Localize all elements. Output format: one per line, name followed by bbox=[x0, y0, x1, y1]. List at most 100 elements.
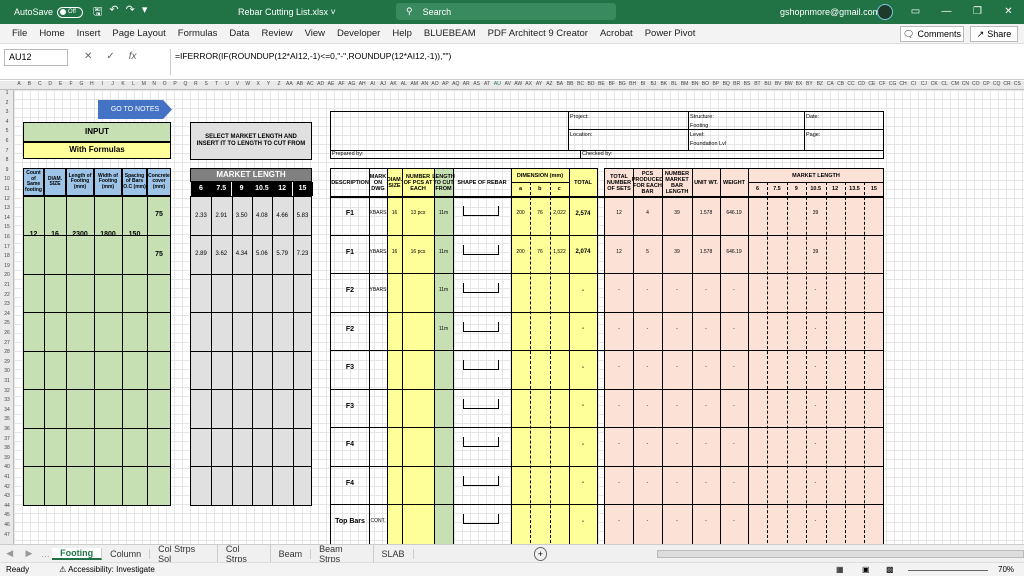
column-header-ab[interactable]: AB bbox=[295, 81, 305, 87]
column-header-e[interactable]: E bbox=[56, 81, 66, 87]
row-header-34[interactable]: 34 bbox=[0, 407, 13, 413]
column-header-bw[interactable]: BW bbox=[784, 81, 794, 87]
row-a[interactable] bbox=[511, 516, 530, 528]
column-header-bd[interactable]: BD bbox=[586, 81, 596, 87]
row-diam[interactable] bbox=[387, 401, 402, 413]
column-header-ag[interactable]: AG bbox=[347, 81, 357, 87]
column-header-x[interactable]: X bbox=[253, 81, 263, 87]
row-header-1[interactable]: 1 bbox=[0, 90, 13, 96]
comments-button[interactable]: 🗨 Comments bbox=[900, 26, 964, 42]
column-header-l[interactable]: L bbox=[128, 81, 138, 87]
row-pcs[interactable]: - bbox=[633, 516, 662, 528]
row-uw[interactable]: - bbox=[692, 439, 720, 451]
row-header-6[interactable]: 6 bbox=[0, 138, 13, 144]
menu-insert[interactable]: Insert bbox=[71, 28, 107, 39]
row-header-24[interactable]: 24 bbox=[0, 311, 13, 317]
autosave-toggle[interactable]: Off bbox=[57, 6, 84, 18]
row-wt[interactable]: - bbox=[720, 401, 748, 413]
row-len[interactable] bbox=[434, 401, 453, 413]
column-header-b[interactable]: B bbox=[24, 81, 34, 87]
row-header-32[interactable]: 32 bbox=[0, 388, 13, 394]
row-sets[interactable]: - bbox=[605, 516, 633, 528]
row-header-4[interactable]: 4 bbox=[0, 119, 13, 125]
column-header-cn[interactable]: CN bbox=[960, 81, 970, 87]
row-mark[interactable] bbox=[369, 439, 387, 451]
column-header-bq[interactable]: BQ bbox=[721, 81, 731, 87]
column-header-g[interactable]: G bbox=[76, 81, 86, 87]
horizontal-scrollbar[interactable] bbox=[657, 549, 1024, 558]
column-header-bz[interactable]: BZ bbox=[815, 81, 825, 87]
column-header-aa[interactable]: AA bbox=[284, 81, 294, 87]
row-num[interactable] bbox=[402, 324, 434, 336]
menu-formulas[interactable]: Formulas bbox=[172, 28, 224, 39]
row-wt[interactable]: - bbox=[720, 285, 748, 297]
row-m105[interactable]: - bbox=[806, 401, 825, 413]
column-header-aq[interactable]: AQ bbox=[451, 81, 461, 87]
row-pcs[interactable]: - bbox=[633, 478, 662, 490]
row-desc[interactable]: F3 bbox=[331, 362, 369, 374]
row-len[interactable]: 11m bbox=[434, 324, 453, 336]
row-mark[interactable]: YBARS bbox=[369, 285, 387, 297]
sheet-tab-beam[interactable]: Beam bbox=[271, 548, 312, 559]
row-total[interactable]: - bbox=[569, 478, 597, 490]
row-sets[interactable]: - bbox=[605, 439, 633, 451]
column-header-ap[interactable]: AP bbox=[440, 81, 450, 87]
column-header-cq[interactable]: CQ bbox=[992, 81, 1002, 87]
column-header-h[interactable]: H bbox=[87, 81, 97, 87]
row-wt[interactable]: - bbox=[720, 362, 748, 374]
row-len[interactable]: 11m bbox=[434, 285, 453, 297]
column-header-aw[interactable]: AW bbox=[513, 81, 523, 87]
row-sets[interactable]: - bbox=[605, 401, 633, 413]
column-header-ac[interactable]: AC bbox=[305, 81, 315, 87]
row-mark[interactable] bbox=[369, 478, 387, 490]
redo-icon[interactable]: ↷ bbox=[126, 3, 135, 22]
column-header-bk[interactable]: BK bbox=[659, 81, 669, 87]
row-a[interactable] bbox=[511, 324, 530, 336]
column-header-t[interactable]: T bbox=[212, 81, 222, 87]
row-sets[interactable]: - bbox=[605, 285, 633, 297]
row-total[interactable]: - bbox=[569, 285, 597, 297]
column-header-cr[interactable]: CR bbox=[1002, 81, 1012, 87]
column-header-q[interactable]: Q bbox=[180, 81, 190, 87]
column-header-cg[interactable]: CG bbox=[888, 81, 898, 87]
row-c[interactable] bbox=[550, 324, 569, 336]
column-header-br[interactable]: BR bbox=[732, 81, 742, 87]
row-header-11[interactable]: 11 bbox=[0, 186, 13, 192]
column-header-cl[interactable]: CL bbox=[940, 81, 950, 87]
column-header-ce[interactable]: CE bbox=[867, 81, 877, 87]
row-pcs[interactable]: - bbox=[633, 362, 662, 374]
column-header-f[interactable]: F bbox=[66, 81, 76, 87]
row-a[interactable] bbox=[511, 401, 530, 413]
column-header-bh[interactable]: BH bbox=[628, 81, 638, 87]
column-header-ax[interactable]: AX bbox=[524, 81, 534, 87]
avatar[interactable] bbox=[877, 4, 893, 20]
row-header-33[interactable]: 33 bbox=[0, 397, 13, 403]
normal-view-icon[interactable]: ▦ bbox=[836, 565, 844, 574]
undo-icon[interactable]: ↶ bbox=[109, 3, 118, 22]
prev-sheet-icon[interactable]: ◀ bbox=[0, 548, 19, 559]
column-header-aj[interactable]: AJ bbox=[378, 81, 388, 87]
row-a[interactable] bbox=[511, 285, 530, 297]
row-len[interactable]: 11m bbox=[434, 208, 453, 220]
row-num[interactable] bbox=[402, 439, 434, 451]
row-num[interactable] bbox=[402, 401, 434, 413]
row-nml[interactable]: 39 bbox=[662, 247, 692, 259]
row-header-12[interactable]: 12 bbox=[0, 196, 13, 202]
row-nml[interactable]: - bbox=[662, 285, 692, 297]
customize-qat-icon[interactable]: ▾ bbox=[142, 3, 148, 22]
zoom-level[interactable]: 70% bbox=[998, 565, 1014, 574]
row-wt[interactable]: 646.19 bbox=[720, 208, 748, 220]
row-desc[interactable]: F1 bbox=[331, 208, 369, 220]
row-header-16[interactable]: 16 bbox=[0, 234, 13, 240]
page-layout-icon[interactable]: ▣ bbox=[862, 565, 870, 574]
row-uw[interactable]: - bbox=[692, 285, 720, 297]
row-header-46[interactable]: 46 bbox=[0, 522, 13, 528]
row-a[interactable] bbox=[511, 362, 530, 374]
row-uw[interactable]: - bbox=[692, 478, 720, 490]
column-header-r[interactable]: R bbox=[191, 81, 201, 87]
more-sheets-icon[interactable]: … bbox=[39, 549, 53, 559]
row-pcs[interactable]: - bbox=[633, 285, 662, 297]
row-wt[interactable]: - bbox=[720, 439, 748, 451]
menu-help[interactable]: Help bbox=[386, 28, 418, 39]
row-desc[interactable]: F1 bbox=[331, 247, 369, 259]
